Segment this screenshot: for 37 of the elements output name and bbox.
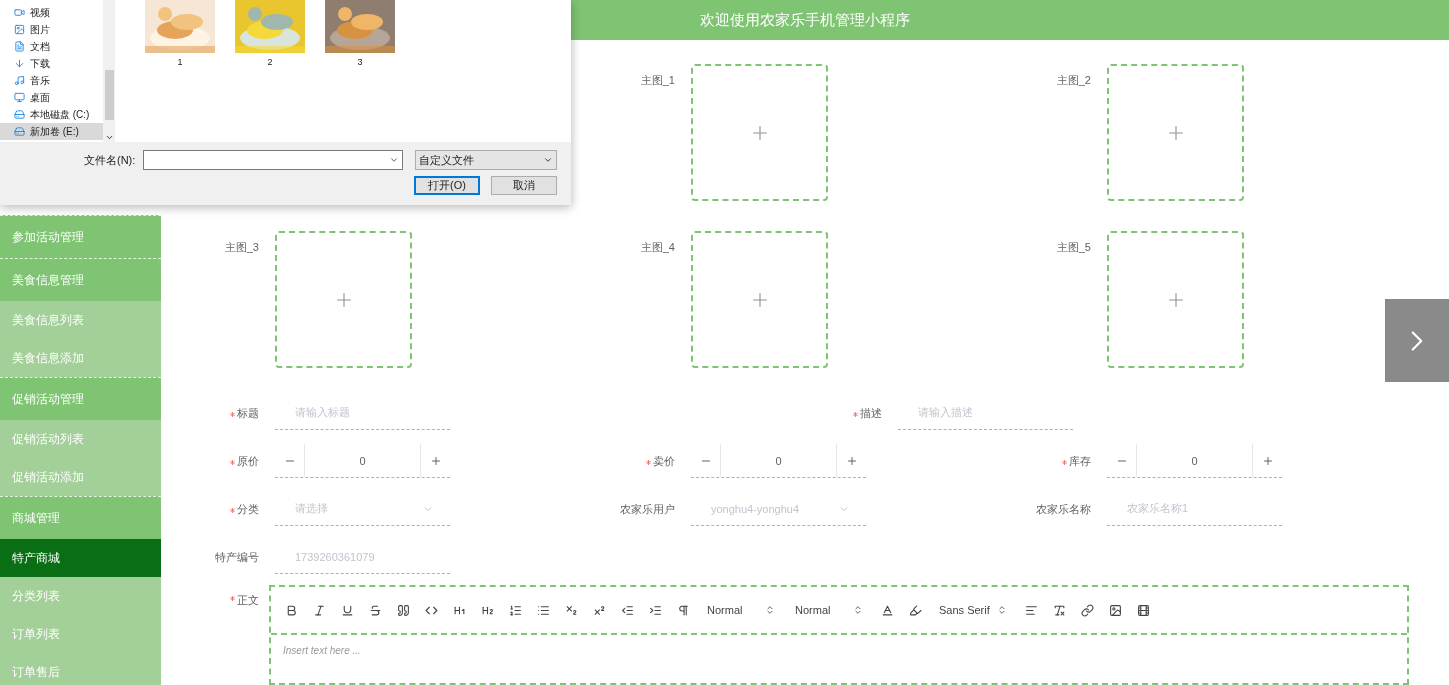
field-label: 分类	[237, 501, 259, 517]
nav-item[interactable]: 图片	[0, 21, 103, 38]
field-label: 正文	[237, 593, 259, 608]
field-label: 主图_1	[640, 73, 675, 88]
sidebar-item[interactable]: 特产商城	[0, 539, 161, 577]
field-label: 农家乐名称	[1036, 501, 1091, 517]
field-label: 主图_4	[640, 240, 675, 255]
file-item[interactable]: 1	[145, 0, 215, 67]
toolbar-select[interactable]: Normal	[699, 598, 783, 622]
field-label: 特产编号	[215, 549, 259, 565]
nav-item[interactable]: 文档	[0, 38, 103, 55]
field-label: 文件名(N):	[84, 152, 137, 168]
file-item[interactable]: 2	[235, 0, 305, 67]
nav-item[interactable]: 桌面	[0, 89, 103, 106]
header-title: 欢迎使用农家乐手机管理小程序	[700, 10, 910, 30]
dialog-button[interactable]: 取消	[491, 176, 557, 195]
nav-item[interactable]: 视频	[0, 4, 103, 21]
field-label: 农家乐用户	[620, 501, 675, 517]
rich-text-editor[interactable]: Normal Normal Sans Serif Insert text here ...	[269, 585, 1409, 685]
field-label: 原价	[237, 453, 259, 469]
field-label: 主图_5	[1056, 240, 1091, 255]
editor-placeholder: Insert text here ...	[282, 644, 362, 658]
file-type-select[interactable]: 自定义文件	[414, 150, 557, 170]
field-label: 主图_2	[1056, 73, 1091, 88]
nav-item[interactable]: 下载	[0, 55, 103, 72]
nav-item[interactable]: 音乐	[0, 72, 103, 89]
nav-item[interactable]: 新加卷 (E:)	[0, 123, 103, 140]
dialog-button[interactable]: 打开(O)	[414, 176, 480, 195]
field-label: 标题	[237, 405, 259, 421]
file-item[interactable]: 3	[325, 0, 395, 67]
toolbar-select[interactable]: Sans Serif	[931, 598, 1015, 622]
field-label: 描述	[860, 405, 882, 421]
field-label: 库存	[1069, 453, 1091, 469]
toolbar-select[interactable]: Normal	[787, 598, 871, 622]
field-label: 主图_3	[224, 240, 259, 255]
nav-item[interactable]: 本地磁盘 (C:)	[0, 106, 103, 123]
field-label: 卖价	[653, 453, 675, 469]
